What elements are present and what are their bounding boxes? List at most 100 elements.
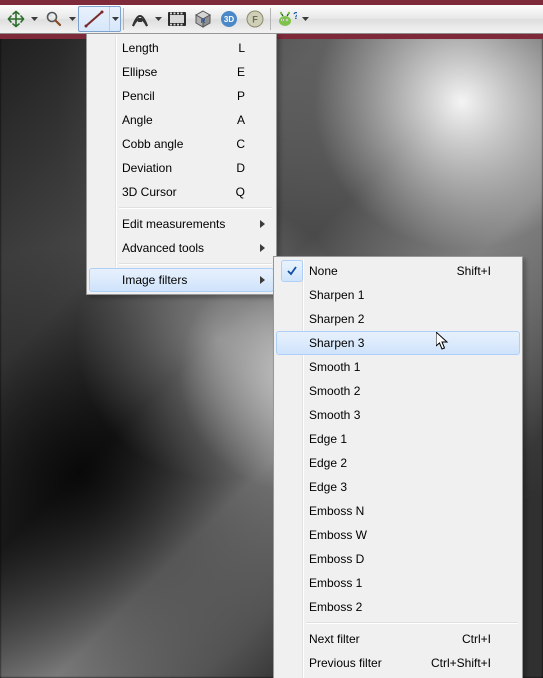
menu-label: Advanced tools [122,241,204,255]
menu-shortcut: P [213,89,245,103]
menu-separator [119,263,272,265]
menu-item-previous-filter[interactable]: Previous filter Ctrl+Shift+I [276,651,520,675]
toolbar-separator [270,8,271,30]
mpr-button[interactable]: R [190,6,216,32]
menu-item-cobb-angle[interactable]: Cobb angle C [89,132,274,156]
svg-text:F: F [252,15,258,25]
menu-item-filter-emboss-w[interactable]: Emboss W [276,523,520,547]
menu-label: Deviation [122,161,172,175]
menu-shortcut: Q [212,185,245,199]
menu-label: Edge 1 [309,432,347,446]
menu-label: Edit measurements [122,217,225,231]
check-icon [281,260,303,282]
menu-label: Next filter [309,632,360,646]
menu-label: Sharpen 2 [309,312,364,326]
menu-shortcut: C [212,137,245,151]
menu-shortcut: D [212,161,245,175]
dropdown-arrow-icon[interactable] [67,7,77,31]
menu-item-3d-cursor[interactable]: 3D Cursor Q [89,180,274,204]
menu-label: Ellipse [122,65,157,79]
menu-shortcut: Ctrl+I [438,632,491,646]
menu-label: Cobb angle [122,137,183,151]
menu-label: None [309,264,338,278]
menu-item-filter-smooth-3[interactable]: Smooth 3 [276,403,520,427]
submenu-arrow-icon [260,217,265,231]
menu-item-ellipse[interactable]: Ellipse E [89,60,274,84]
menu-item-filter-edge-2[interactable]: Edge 2 [276,451,520,475]
menu-item-filter-smooth-2[interactable]: Smooth 2 [276,379,520,403]
menu-separator [306,622,518,624]
measure-tool-button[interactable] [78,6,121,32]
fusion-icon: F [245,9,265,29]
menu-item-deviation[interactable]: Deviation D [89,156,274,180]
menu-label: 3D Cursor [122,185,177,199]
main-toolbar: R 3D F [0,5,543,34]
menu-shortcut: A [213,113,245,127]
menu-shortcut: E [213,65,245,79]
svg-text:3D: 3D [224,15,234,24]
volume-3d-button[interactable]: 3D [216,6,242,32]
menu-label: Emboss 1 [309,576,362,590]
dropdown-arrow-icon[interactable] [109,7,120,31]
menu-item-filter-emboss-n[interactable]: Emboss N [276,499,520,523]
measure-tools-menu: Length L Ellipse E Pencil P Angle A Cobb… [86,33,277,295]
menu-label: Angle [122,113,153,127]
help-button[interactable]: ? [273,6,311,32]
menu-label: Image filters [122,273,187,287]
menu-label: Length [122,41,159,55]
menu-label: Edge 2 [309,456,347,470]
svg-text:R: R [201,19,206,25]
menu-separator [119,207,272,209]
menu-label: Emboss W [309,528,367,542]
menu-item-filter-edge-3[interactable]: Edge 3 [276,475,520,499]
zoom-tool-button[interactable] [40,6,78,32]
film-icon [167,11,187,27]
svg-text:?: ? [293,11,297,22]
dropdown-arrow-icon[interactable] [29,7,39,31]
menu-item-filter-sharpen-3[interactable]: Sharpen 3 [276,331,520,355]
menu-item-filter-emboss-d[interactable]: Emboss D [276,547,520,571]
menu-item-advanced-tools[interactable]: Advanced tools [89,236,274,260]
arch-icon [127,6,153,32]
menu-item-filter-emboss-2[interactable]: Emboss 2 [276,595,520,619]
move-tool-button[interactable] [2,6,40,32]
menu-label: Smooth 1 [309,360,360,374]
dropdown-arrow-icon[interactable] [153,7,163,31]
menu-item-filter-edge-1[interactable]: Edge 1 [276,427,520,451]
menu-item-image-filters[interactable]: Image filters [89,268,274,292]
help-icon: ? [274,6,300,32]
menu-shortcut: L [214,41,245,55]
menu-label: Smooth 3 [309,408,360,422]
menu-label: Emboss 2 [309,600,362,614]
menu-label: Pencil [122,89,155,103]
menu-label: Edge 3 [309,480,347,494]
menu-item-filter-sharpen-1[interactable]: Sharpen 1 [276,283,520,307]
menu-label: Sharpen 3 [309,336,364,350]
film-button[interactable] [164,6,190,32]
move-icon [3,6,29,32]
menu-item-filter-sharpen-2[interactable]: Sharpen 2 [276,307,520,331]
fusion-button[interactable]: F [242,6,268,32]
menu-item-pencil[interactable]: Pencil P [89,84,274,108]
menu-item-angle[interactable]: Angle A [89,108,274,132]
volume-3d-icon: 3D [219,9,239,29]
menu-item-filter-smooth-1[interactable]: Smooth 1 [276,355,520,379]
menu-item-filter-emboss-1[interactable]: Emboss 1 [276,571,520,595]
measure-line-icon [79,6,109,32]
arch-tool-button[interactable] [126,6,164,32]
menu-label: Smooth 2 [309,384,360,398]
menu-item-filter-none[interactable]: None Shift+I [276,259,520,283]
submenu-arrow-icon [260,273,265,287]
menu-item-edit-measurements[interactable]: Edit measurements [89,212,274,236]
toolbar-separator [123,8,124,30]
submenu-arrow-icon [260,241,265,255]
dropdown-arrow-icon[interactable] [300,7,310,31]
magnifier-icon [41,6,67,32]
menu-shortcut: Ctrl+Shift+I [407,656,491,670]
image-filters-submenu: None Shift+I Sharpen 1 Sharpen 2 Sharpen… [273,256,523,678]
menu-label: Sharpen 1 [309,288,364,302]
mpr-icon: R [193,9,213,29]
menu-item-length[interactable]: Length L [89,36,274,60]
menu-shortcut: Shift+I [433,264,491,278]
menu-item-next-filter[interactable]: Next filter Ctrl+I [276,627,520,651]
